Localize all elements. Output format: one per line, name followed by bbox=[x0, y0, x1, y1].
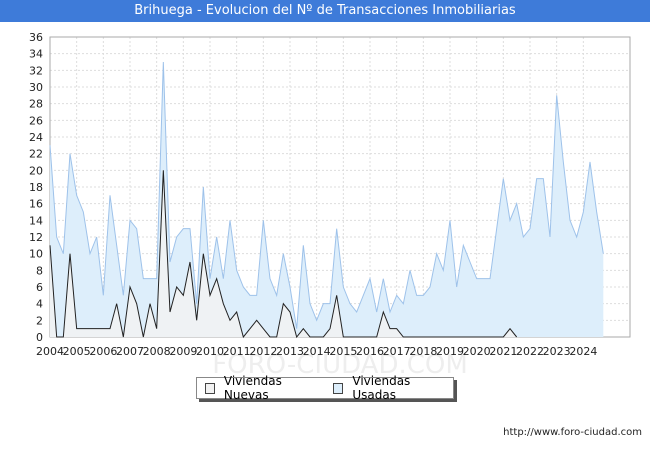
legend-swatch-nuevas bbox=[205, 382, 215, 394]
x-tick-label: 2013 bbox=[276, 345, 304, 358]
legend-label-nuevas: Viviendas Nuevas bbox=[223, 374, 282, 402]
legend-label-usadas: Viviendas Usadas bbox=[352, 374, 411, 402]
y-tick-label: 28 bbox=[29, 98, 43, 111]
x-tick-label: 2020 bbox=[463, 345, 491, 358]
legend: Viviendas Nuevas Viviendas Usadas bbox=[196, 374, 454, 402]
x-tick-label: 2010 bbox=[196, 345, 224, 358]
y-tick-label: 24 bbox=[29, 131, 43, 144]
y-tick-label: 30 bbox=[29, 81, 43, 94]
y-tick-label: 8 bbox=[36, 264, 43, 277]
x-tick-label: 2009 bbox=[169, 345, 197, 358]
x-tick-label: 2016 bbox=[356, 345, 384, 358]
x-tick-label: 2011 bbox=[223, 345, 251, 358]
y-tick-label: 18 bbox=[29, 181, 43, 194]
legend-item-usadas: Viviendas Usadas bbox=[333, 374, 445, 402]
x-tick-label: 2015 bbox=[329, 345, 357, 358]
y-tick-label: 12 bbox=[29, 231, 43, 244]
y-tick-label: 34 bbox=[29, 48, 43, 61]
x-tick-label: 2007 bbox=[116, 345, 144, 358]
y-tick-label: 16 bbox=[29, 198, 43, 211]
x-tick-label: 2019 bbox=[436, 345, 464, 358]
x-tick-label: 2021 bbox=[489, 345, 517, 358]
x-tick-label: 2022 bbox=[516, 345, 544, 358]
y-tick-label: 20 bbox=[29, 164, 43, 177]
x-tick-label: 2023 bbox=[543, 345, 571, 358]
y-tick-label: 10 bbox=[29, 248, 43, 261]
x-tick-label: 2018 bbox=[409, 345, 437, 358]
y-tick-label: 14 bbox=[29, 214, 43, 227]
y-tick-label: 2 bbox=[36, 314, 43, 327]
y-tick-label: 26 bbox=[29, 114, 43, 127]
y-tick-label: 32 bbox=[29, 64, 43, 77]
y-tick-label: 22 bbox=[29, 148, 43, 161]
legend-swatch-usadas bbox=[333, 382, 344, 394]
x-tick-label: 2006 bbox=[89, 345, 117, 358]
x-tick-label: 2017 bbox=[383, 345, 411, 358]
x-tick-label: 2014 bbox=[303, 345, 331, 358]
source-url: http://www.foro-ciudad.com bbox=[503, 427, 642, 438]
x-tick-label: 2004 bbox=[36, 345, 64, 358]
x-tick-label: 2012 bbox=[249, 345, 277, 358]
y-tick-label: 0 bbox=[36, 331, 43, 344]
legend-item-nuevas: Viviendas Nuevas bbox=[205, 374, 317, 402]
x-tick-label: 2005 bbox=[63, 345, 91, 358]
x-tick-label: 2008 bbox=[143, 345, 171, 358]
x-tick-label: 2024 bbox=[569, 345, 597, 358]
y-tick-label: 36 bbox=[29, 31, 43, 44]
y-tick-label: 6 bbox=[36, 281, 43, 294]
y-tick-label: 4 bbox=[36, 298, 43, 311]
